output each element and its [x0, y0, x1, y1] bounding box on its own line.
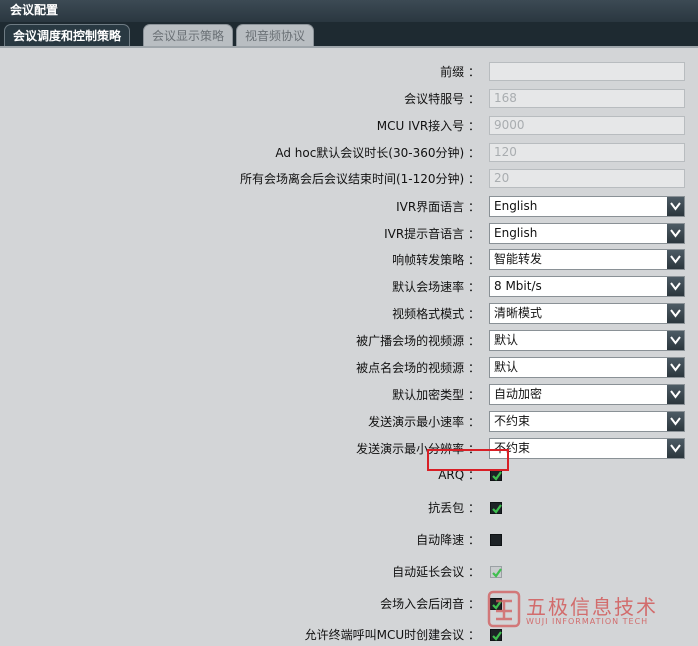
end-time-label: 所有会场离会后会议结束时间(1-120分钟) ：: [239, 172, 480, 186]
encryption-select[interactable]: 自动加密: [489, 384, 685, 405]
row-video-format: 视频格式模式 ： 清晰模式: [0, 303, 698, 325]
row-forward-policy: 响帧转发策略 ： 智能转发: [0, 249, 698, 271]
row-ivr-prompt-language: IVR提示音语言 ： English: [0, 223, 698, 245]
row-rollcall-source: 被点名会场的视频源 ： 默认: [0, 357, 698, 379]
row-broadcast-source: 被广播会场的视频源 ： 默认: [0, 330, 698, 352]
chevron-down-icon[interactable]: [667, 358, 684, 377]
row-auto-extend: 自动延长会议 ：: [0, 561, 698, 583]
ivr-ui-language-value: English: [494, 199, 538, 213]
min-rate-select[interactable]: 不约束: [489, 411, 685, 432]
chevron-down-icon[interactable]: [667, 331, 684, 350]
default-rate-value: 8 Mbit/s: [494, 279, 542, 293]
service-number-input[interactable]: 168: [489, 89, 685, 108]
ivr-ui-language-label: IVR界面语言 ：: [396, 200, 480, 214]
encryption-value: 自动加密: [494, 387, 543, 401]
watermark-logo-icon: [487, 590, 521, 628]
default-rate-label: 默认会场速率 ：: [392, 280, 480, 294]
chevron-down-icon[interactable]: [667, 304, 684, 323]
watermark-text-cn: 五极信息技术: [526, 595, 658, 619]
adhoc-duration-label: Ad hoc默认会议时长(30-360分钟) ：: [275, 146, 480, 160]
row-ivr-access: MCU IVR接入号 ： 9000: [0, 115, 698, 137]
broadcast-source-label: 被广播会场的视频源 ：: [356, 334, 480, 348]
encryption-label: 默认加密类型 ：: [392, 388, 480, 402]
forward-policy-select[interactable]: 智能转发: [489, 249, 685, 270]
anti-loss-checkbox[interactable]: [490, 502, 502, 514]
ivr-ui-language-select[interactable]: English: [489, 196, 685, 217]
min-rate-value: 不约束: [494, 414, 531, 428]
chevron-down-icon[interactable]: [667, 250, 684, 269]
forward-policy-value: 智能转发: [494, 252, 543, 266]
chevron-down-icon[interactable]: [667, 439, 684, 458]
rollcall-source-label: 被点名会场的视频源 ：: [356, 361, 480, 375]
prefix-label: 前缀 ：: [440, 65, 480, 79]
ivr-prompt-language-label: IVR提示音语言 ：: [384, 227, 480, 241]
forward-policy-label: 响帧转发策略 ：: [392, 253, 480, 267]
tab-bar: 会议调度和控制策略 会议显示策略 视音频协议: [0, 22, 698, 48]
row-min-resolution: 发送演示最小分辨率 ： 不约束: [0, 438, 698, 460]
adhoc-duration-input[interactable]: 120: [489, 143, 685, 162]
auto-extend-checkbox[interactable]: [490, 566, 502, 578]
broadcast-source-select[interactable]: 默认: [489, 330, 685, 351]
chevron-down-icon[interactable]: [667, 197, 684, 216]
row-arq: ARQ ：: [0, 464, 698, 486]
chevron-down-icon[interactable]: [667, 277, 684, 296]
min-rate-label: 发送演示最小速率 ：: [368, 415, 480, 429]
anti-loss-label: 抗丢包 ：: [428, 501, 480, 515]
service-number-label: 会议特服号 ：: [404, 92, 480, 106]
video-format-label: 视频格式模式 ：: [392, 307, 480, 321]
tab-dispatch-control[interactable]: 会议调度和控制策略: [4, 24, 131, 46]
end-time-input[interactable]: 20: [489, 169, 685, 188]
row-auto-downspeed: 自动降速 ：: [0, 529, 698, 551]
row-service-number: 会议特服号 ： 168: [0, 88, 698, 110]
row-encryption: 默认加密类型 ： 自动加密: [0, 384, 698, 406]
watermark-text-en: WUJI INFORMATION TECH: [526, 617, 649, 626]
highlight-box: [427, 449, 509, 471]
rollcall-source-value: 默认: [494, 360, 519, 374]
auto-extend-label: 自动延长会议 ：: [392, 565, 480, 579]
ivr-access-label: MCU IVR接入号 ：: [376, 119, 480, 133]
ivr-prompt-language-select[interactable]: English: [489, 223, 685, 244]
default-rate-select[interactable]: 8 Mbit/s: [489, 276, 685, 297]
video-format-select[interactable]: 清晰模式: [489, 303, 685, 324]
chevron-down-icon[interactable]: [667, 224, 684, 243]
auto-downspeed-checkbox[interactable]: [490, 534, 502, 546]
chevron-down-icon[interactable]: [667, 385, 684, 404]
row-adhoc-duration: Ad hoc默认会议时长(30-360分钟) ： 120: [0, 142, 698, 164]
ivr-access-input[interactable]: 9000: [489, 116, 685, 135]
video-format-value: 清晰模式: [494, 306, 543, 320]
tab-display-policy[interactable]: 会议显示策略: [143, 24, 234, 46]
row-min-rate: 发送演示最小速率 ： 不约束: [0, 411, 698, 433]
row-end-time: 所有会场离会后会议结束时间(1-120分钟) ： 20: [0, 168, 698, 190]
tab-av-protocol[interactable]: 视音频协议: [236, 24, 315, 46]
row-anti-loss: 抗丢包 ：: [0, 497, 698, 519]
row-default-rate: 默认会场速率 ： 8 Mbit/s: [0, 276, 698, 298]
prefix-input[interactable]: [489, 62, 685, 81]
row-ivr-ui-language: IVR界面语言 ： English: [0, 196, 698, 218]
auto-downspeed-label: 自动降速 ：: [416, 533, 480, 547]
chevron-down-icon[interactable]: [667, 412, 684, 431]
watermark: 五极信息技术 WUJI INFORMATION TECH: [484, 583, 698, 643]
window-title: 会议配置: [0, 0, 698, 22]
mute-on-join-label: 会场入会后闭音 ：: [380, 597, 480, 611]
ivr-prompt-language-value: English: [494, 226, 538, 240]
broadcast-source-value: 默认: [494, 333, 519, 347]
row-prefix: 前缀 ：: [0, 61, 698, 83]
rollcall-source-select[interactable]: 默认: [489, 357, 685, 378]
min-resolution-select[interactable]: 不约束: [489, 438, 685, 459]
